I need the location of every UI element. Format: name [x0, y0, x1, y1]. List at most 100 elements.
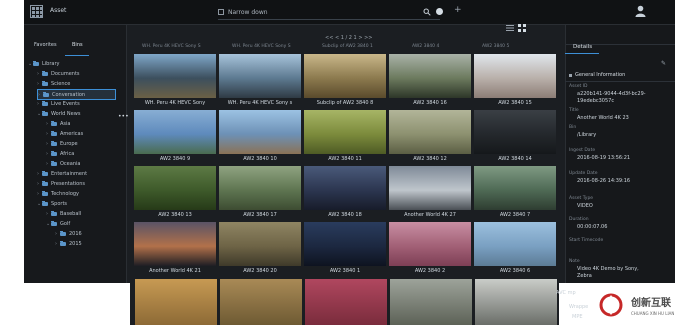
tree-item[interactable]: › Baseball: [46, 209, 81, 218]
asset-tile[interactable]: AW2 3840 12: [389, 110, 471, 166]
tree-item[interactable]: › Science: [37, 79, 70, 88]
asset-tile[interactable]: AW2 3840 14: [474, 110, 556, 166]
tree-item[interactable]: ⌄ Sports: [37, 199, 67, 208]
more-options-button[interactable]: •••: [118, 113, 129, 120]
folder-icon: [51, 150, 57, 156]
tree-item[interactable]: › Entertainment: [37, 169, 87, 178]
folder-icon: [42, 190, 48, 196]
add-icon[interactable]: +: [454, 6, 462, 15]
asset-thumbnail[interactable]: [219, 54, 301, 98]
tree-item[interactable]: ⌄ World News: [37, 109, 80, 118]
asset-tile[interactable]: AW2 3840 10: [219, 110, 301, 166]
tree-item[interactable]: ⌄ Golf: [46, 219, 70, 228]
folder-icon: [42, 200, 48, 206]
info-icon[interactable]: [436, 8, 443, 15]
asset-thumbnail[interactable]: [389, 54, 471, 98]
search-underline: [218, 19, 440, 20]
asset-thumbnail[interactable]: [134, 110, 216, 154]
folder-icon: [42, 80, 48, 86]
grid-header-label: AW2 3840 5: [482, 44, 510, 49]
svg-text:创新互联: 创新互联: [630, 296, 671, 309]
asset-thumbnail[interactable]: [219, 166, 301, 210]
detail-label: Start Timecode: [569, 238, 604, 243]
asset-thumbnail[interactable]: [474, 166, 556, 210]
tree-item[interactable]: › Oceania: [46, 159, 80, 168]
asset-thumbnail[interactable]: [134, 222, 216, 266]
asset-thumbnail[interactable]: [389, 222, 471, 266]
tree-item[interactable]: › Americas: [46, 129, 83, 138]
tree-item[interactable]: › Presentations: [37, 179, 85, 188]
asset-tile[interactable]: WH. Peru 4K HEVC Sony: [134, 54, 216, 110]
asset-thumbnail[interactable]: [304, 222, 386, 266]
asset-tile[interactable]: AW2 3840 1: [304, 222, 386, 278]
tree-item[interactable]: › 2015: [55, 239, 82, 248]
tree-item[interactable]: › Technology: [37, 189, 79, 198]
tree-item[interactable]: › Europe: [46, 139, 78, 148]
asset-tile[interactable]: AW2 3840 7: [474, 166, 556, 222]
app-grid-icon[interactable]: [30, 5, 43, 18]
tree-item[interactable]: › Live Events: [37, 99, 80, 108]
grid-view-icon[interactable]: [518, 24, 526, 32]
asset-thumbnail[interactable]: [304, 166, 386, 210]
asset-thumbnail[interactable]: [474, 222, 556, 266]
asset-thumbnail[interactable]: [134, 166, 216, 210]
asset-tile[interactable]: AW2 3840 20: [219, 222, 301, 278]
tree-item-label: Europe: [60, 140, 78, 147]
tree-item[interactable]: › Asia: [46, 119, 70, 128]
asset-thumbnail[interactable]: [304, 54, 386, 98]
tree-item-label: Science: [51, 80, 71, 87]
detail-value: Video 4K Demo by Sony, Zebra: [577, 266, 639, 279]
tab-bins[interactable]: Bins: [72, 42, 83, 48]
user-icon[interactable]: [635, 5, 646, 17]
asset-thumbnail[interactable]: [389, 110, 471, 154]
details-tab[interactable]: Details: [573, 44, 592, 50]
asset-thumbnail[interactable]: [135, 279, 217, 325]
tree-item[interactable]: ⌄ Library: [28, 59, 59, 68]
asset-tile[interactable]: Another World 4K 27: [389, 166, 471, 222]
asset-tile[interactable]: AW2 3840 13: [134, 166, 216, 222]
folder-icon: [60, 230, 66, 236]
list-view-icon[interactable]: [506, 24, 514, 32]
asset-thumbnail[interactable]: [305, 279, 387, 325]
folder-icon: [33, 60, 39, 66]
folder-icon: [42, 170, 48, 176]
narrow-down-checkbox[interactable]: [218, 9, 224, 15]
asset-tile[interactable]: AW2 3840 16: [389, 54, 471, 110]
search-input[interactable]: [228, 6, 443, 18]
asset-thumbnail[interactable]: [475, 279, 557, 325]
asset-thumbnail[interactable]: [304, 110, 386, 154]
search-icon[interactable]: [423, 8, 431, 16]
asset-caption: AW2 3840 20: [243, 268, 277, 274]
asset-thumbnail[interactable]: [390, 279, 472, 325]
tree-item-label: Sports: [51, 200, 68, 207]
asset-thumbnail[interactable]: [220, 279, 302, 325]
asset-tile[interactable]: WH. Peru 4K HEVC Sony s: [219, 54, 301, 110]
tab-favorites[interactable]: Favorites: [34, 42, 57, 48]
asset-tile[interactable]: AW2 3840 2: [389, 222, 471, 278]
asset-tile[interactable]: AW2 3840 6: [474, 222, 556, 278]
section-toggle-icon[interactable]: [569, 74, 572, 77]
edit-icon[interactable]: ✎: [661, 60, 666, 67]
asset-tile[interactable]: AW2 3840 18: [304, 166, 386, 222]
asset-caption: AW2 3840 18: [328, 212, 362, 218]
asset-thumbnail[interactable]: [474, 54, 556, 98]
asset-caption: AW2 3840 6: [499, 268, 531, 274]
asset-tile[interactable]: Subclip of AW2 3840 8: [304, 54, 386, 110]
asset-thumbnail[interactable]: [219, 222, 301, 266]
asset-thumbnail[interactable]: [134, 54, 216, 98]
asset-caption: AW2 3840 17: [243, 212, 277, 218]
folder-icon: [43, 91, 49, 97]
pagination[interactable]: << < 1 / 2 1 > >>: [325, 35, 373, 41]
asset-thumbnail[interactable]: [474, 110, 556, 154]
asset-tile[interactable]: AW2 3840 15: [474, 54, 556, 110]
asset-tile[interactable]: Another World 4K 21: [134, 222, 216, 278]
tree-item[interactable]: › Africa: [46, 149, 74, 158]
asset-caption: Subclip of AW2 3840 8: [316, 100, 374, 106]
asset-thumbnail[interactable]: [219, 110, 301, 154]
asset-tile[interactable]: AW2 3840 17: [219, 166, 301, 222]
asset-tile[interactable]: AW2 3840 11: [304, 110, 386, 166]
asset-thumbnail[interactable]: [389, 166, 471, 210]
tree-item[interactable]: › Documents: [37, 69, 80, 78]
tree-item[interactable]: › 2016: [55, 229, 82, 238]
asset-tile[interactable]: AW2 3840 9: [134, 110, 216, 166]
